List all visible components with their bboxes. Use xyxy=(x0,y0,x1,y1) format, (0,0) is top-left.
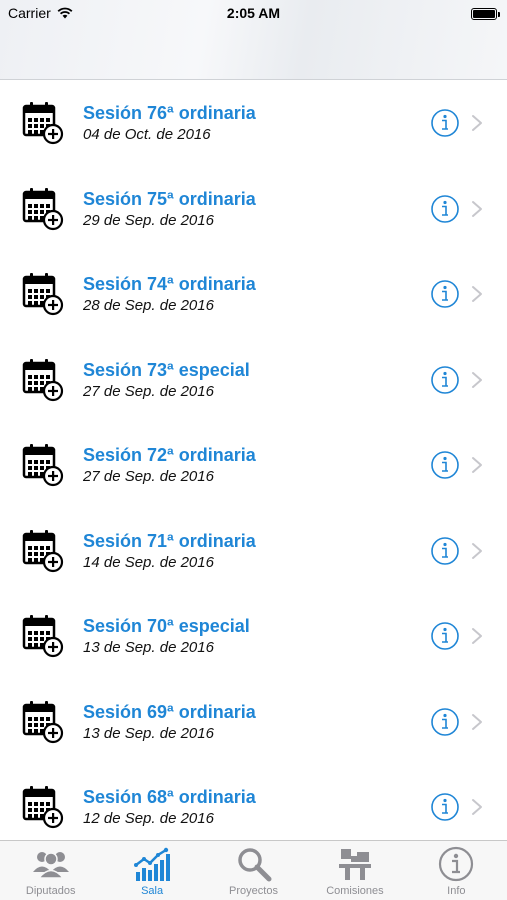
tab-label: Info xyxy=(447,885,466,897)
session-title: Sesión 71ª ordinaria xyxy=(83,530,256,551)
session-row[interactable]: Sesión 70ª especial 13 de Sep. de 2016 xyxy=(0,593,507,679)
session-title: Sesión 73ª especial xyxy=(83,359,250,380)
info-icon[interactable] xyxy=(430,792,460,822)
info-icon[interactable] xyxy=(430,108,460,138)
chevron-right-icon xyxy=(471,798,483,816)
session-date: 14 de Sep. de 2016 xyxy=(83,553,214,571)
session-title: Sesión 74ª ordinaria xyxy=(83,274,256,294)
session-date: 04 de Oct. de 2016 xyxy=(83,126,211,143)
chevron-right-icon xyxy=(471,285,483,303)
session-row[interactable]: Sesión 73ª especial 27 de Sep. de 2016 xyxy=(0,337,507,423)
session-date: 12 de Sep. de 2016 xyxy=(83,810,214,827)
calendar-add-icon xyxy=(22,187,66,231)
info-icon[interactable] xyxy=(430,621,460,651)
chevron-right-icon xyxy=(471,456,483,474)
session-row[interactable]: Sesión 75ª ordinaria 29 de Sep. de 2016 xyxy=(0,166,507,252)
session-row[interactable]: Sesión 76ª ordinaria 04 de Oct. de 2016 xyxy=(0,80,507,166)
session-title: Sesión 69ª ordinaria xyxy=(83,701,256,722)
calendar-add-icon xyxy=(22,101,66,145)
tab-label: Proyectos xyxy=(229,885,278,897)
info-icon[interactable] xyxy=(430,279,460,309)
tab-sala[interactable]: Sala xyxy=(101,841,202,900)
calendar-add-icon xyxy=(22,700,66,744)
info-icon[interactable] xyxy=(430,450,460,480)
session-title: Sesión 76ª ordinaria xyxy=(83,103,256,123)
people-icon xyxy=(31,846,71,882)
session-row[interactable]: Sesión 74ª ordinaria 28 de Sep. de 2016 xyxy=(0,251,507,337)
session-date: 29 de Sep. de 2016 xyxy=(83,211,214,229)
session-row[interactable]: Sesión 69ª ordinaria 13 de Sep. de 2016 xyxy=(0,679,507,765)
chevron-right-icon xyxy=(471,713,483,731)
session-title: Sesión 72ª ordinaria xyxy=(83,445,256,465)
tab-bar: Diputados Sala Proyectos Comisiones Info xyxy=(0,840,507,900)
tab-info[interactable]: Info xyxy=(406,841,507,900)
session-date: 13 de Sep. de 2016 xyxy=(83,639,214,656)
session-row[interactable]: Sesión 68ª ordinaria 12 de Sep. de 2016 xyxy=(0,764,507,840)
info-icon[interactable] xyxy=(430,536,460,566)
calendar-add-icon xyxy=(22,443,66,487)
calendar-add-icon xyxy=(22,529,66,573)
session-date: 28 de Sep. de 2016 xyxy=(83,297,214,314)
session-title: Sesión 70ª especial xyxy=(83,616,250,636)
info-icon xyxy=(436,846,476,882)
calendar-add-icon xyxy=(22,614,66,658)
chart-icon xyxy=(132,846,172,882)
chevron-right-icon xyxy=(471,371,483,389)
session-date: 27 de Sep. de 2016 xyxy=(83,382,214,400)
session-list[interactable]: Sesión 76ª ordinaria 04 de Oct. de 2016 … xyxy=(0,80,507,840)
session-row[interactable]: Sesión 72ª ordinaria 27 de Sep. de 2016 xyxy=(0,422,507,508)
session-date: 27 de Sep. de 2016 xyxy=(83,468,214,485)
tab-proyectos[interactable]: Proyectos xyxy=(203,841,304,900)
status-bar: Carrier 2:05 AM xyxy=(0,0,507,28)
chevron-right-icon xyxy=(471,114,483,132)
calendar-add-icon xyxy=(22,272,66,316)
session-row[interactable]: Sesión 71ª ordinaria 14 de Sep. de 2016 xyxy=(0,508,507,594)
battery-icon xyxy=(471,8,500,20)
chevron-right-icon xyxy=(471,627,483,645)
chevron-right-icon xyxy=(471,200,483,218)
tab-label: Diputados xyxy=(25,885,76,897)
tab-comisiones[interactable]: Comisiones xyxy=(304,841,405,900)
info-icon[interactable] xyxy=(430,194,460,224)
chevron-right-icon xyxy=(471,542,483,560)
session-date: 13 de Sep. de 2016 xyxy=(83,724,214,742)
calendar-add-icon xyxy=(22,358,66,402)
session-title: Sesión 68ª ordinaria xyxy=(83,787,256,807)
session-title: Sesión 75ª ordinaria xyxy=(83,188,256,209)
clock: 2:05 AM xyxy=(226,5,281,21)
committee-icon xyxy=(335,846,375,882)
info-icon[interactable] xyxy=(430,365,460,395)
magnifier-icon xyxy=(234,846,274,882)
tab-label: Comisiones xyxy=(326,885,384,897)
info-icon[interactable] xyxy=(430,707,460,737)
tab-label: Sala xyxy=(141,885,164,897)
calendar-add-icon xyxy=(22,785,66,829)
tab-diputados[interactable]: Diputados xyxy=(0,841,101,900)
